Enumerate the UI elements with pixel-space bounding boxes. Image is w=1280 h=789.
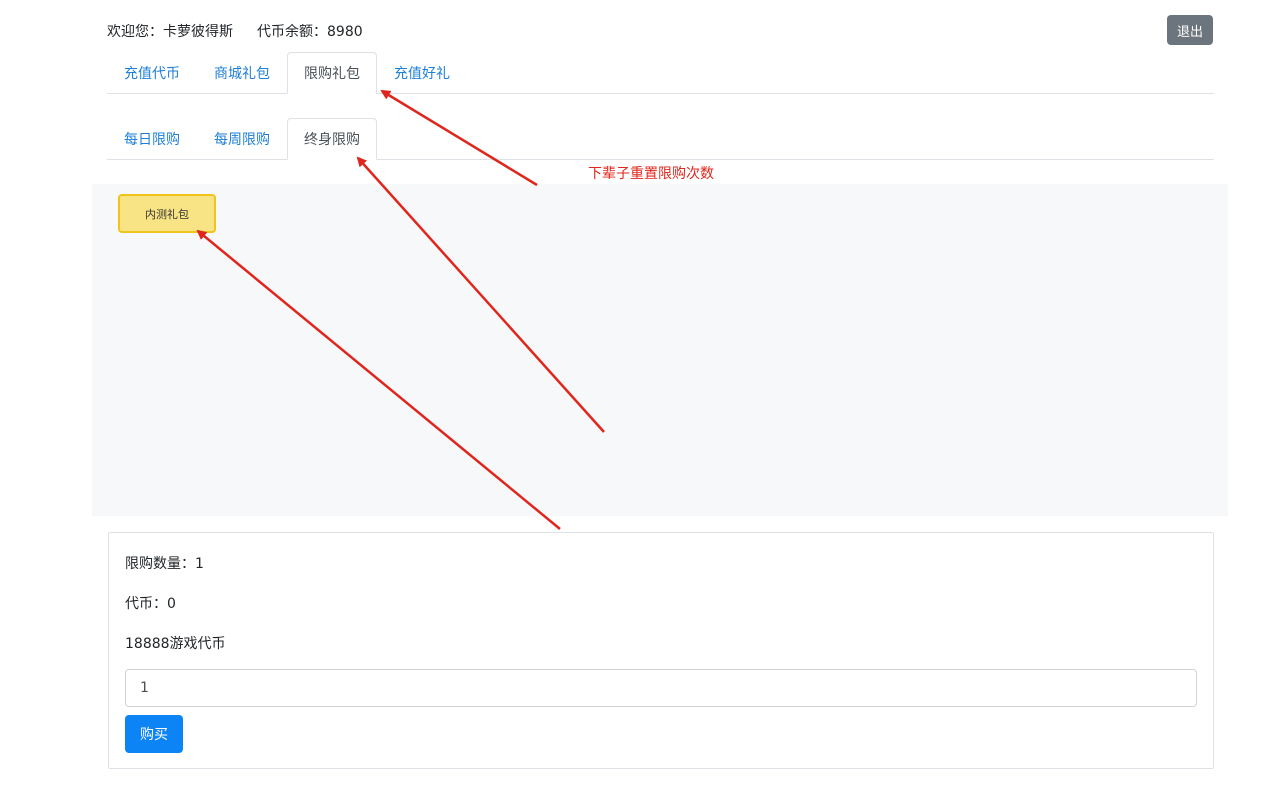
logout-button[interactable]: 退出 bbox=[1167, 15, 1213, 45]
gift-detail-panel: 限购数量：1 代币：0 18888游戏代币 购买 bbox=[108, 532, 1214, 769]
limit-quantity-text: 限购数量：1 bbox=[125, 556, 204, 572]
tab-weekly-limit[interactable]: 每周限购 bbox=[197, 118, 287, 160]
tab-daily-limit[interactable]: 每日限购 bbox=[107, 118, 197, 160]
tab-recharge-gifts[interactable]: 充值好礼 bbox=[377, 52, 467, 94]
tab-shop-packs[interactable]: 商城礼包 bbox=[197, 52, 287, 94]
tab-recharge-coins[interactable]: 充值代币 bbox=[107, 52, 197, 94]
gift-description: 18888游戏代币 bbox=[125, 636, 226, 652]
welcome-text: 欢迎您：卡萝彼得斯 bbox=[107, 24, 233, 40]
gift-pack-button[interactable]: 内测礼包 bbox=[118, 194, 216, 233]
annotation-text: 下辈子重置限购次数 bbox=[588, 166, 714, 182]
coin-cost-text: 代币：0 bbox=[125, 596, 176, 612]
user-info-bar: 欢迎您：卡萝彼得斯 代币余额：8980 bbox=[107, 20, 363, 42]
sub-tabs: 每日限购 每周限购 终身限购 bbox=[107, 118, 1214, 160]
coin-balance: 代币余额：8980 bbox=[257, 24, 363, 40]
gift-list-area: 内测礼包 bbox=[92, 184, 1228, 516]
main-tabs: 充值代币 商城礼包 限购礼包 充值好礼 bbox=[107, 52, 1214, 94]
tab-lifetime-limit[interactable]: 终身限购 bbox=[287, 118, 377, 160]
buy-button[interactable]: 购买 bbox=[125, 715, 183, 753]
quantity-input[interactable] bbox=[125, 669, 1197, 707]
tab-limited-packs[interactable]: 限购礼包 bbox=[287, 52, 377, 94]
